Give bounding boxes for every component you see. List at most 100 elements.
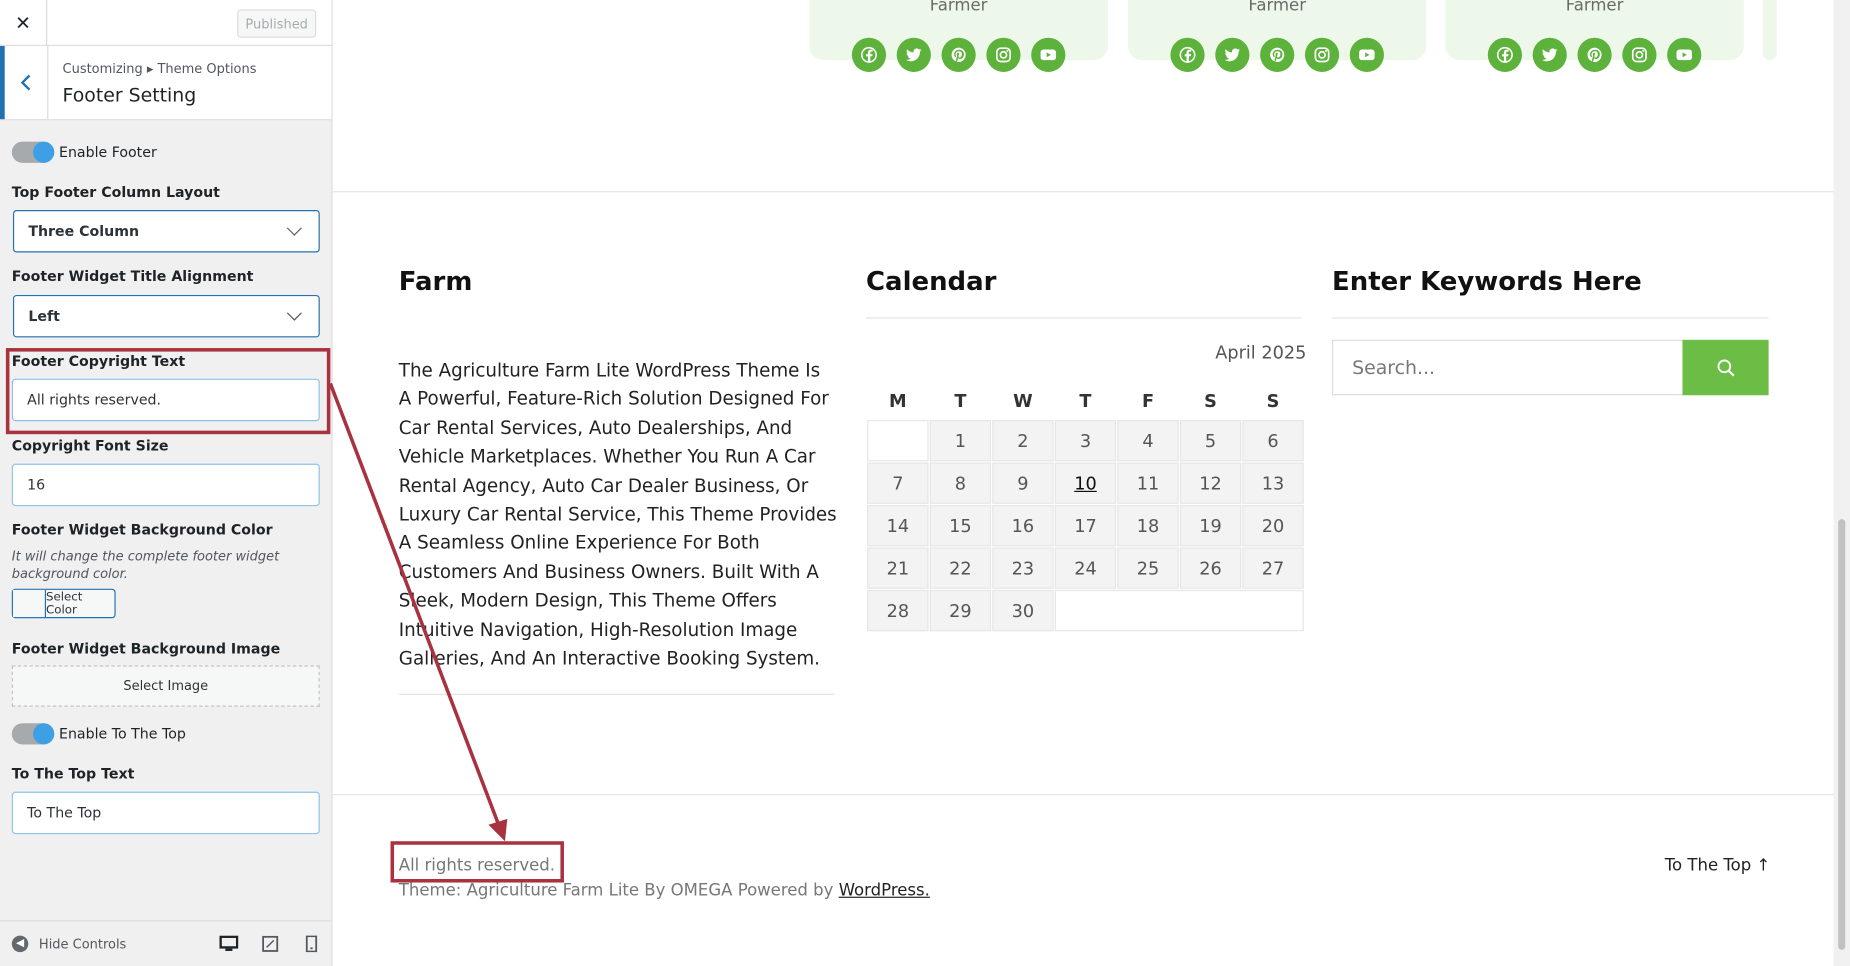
close-customizer-button[interactable]: ✕ <box>0 0 48 47</box>
annotation-box-setting <box>5 348 331 435</box>
tablet-preview-icon[interactable] <box>261 935 280 953</box>
calendar-day: 18 <box>1117 504 1179 547</box>
calendar-pad <box>867 420 929 462</box>
breadcrumb: Customizing ▸ Theme Options <box>62 61 257 77</box>
enable-footer-label: Enable Footer <box>58 143 157 161</box>
to-top-text-input[interactable]: To The Top <box>11 791 320 835</box>
bg-color-description: It will change the complete footer widge… <box>11 548 280 582</box>
calendar-day: 19 <box>1179 504 1242 547</box>
youtube-link[interactable] <box>1349 37 1384 72</box>
calendar-weekday: S <box>1266 390 1280 412</box>
search-icon <box>1716 358 1734 376</box>
calendar-day: 26 <box>1179 547 1242 589</box>
twitter-icon <box>906 48 922 62</box>
calendar-weekday: T <box>1079 390 1092 412</box>
enable-to-top-label: Enable To The Top <box>58 725 186 743</box>
widget-divider <box>1332 317 1769 319</box>
desktop-preview-icon[interactable] <box>219 935 239 953</box>
team-role: Farmer <box>1248 0 1307 16</box>
to-the-top-link[interactable]: To The Top ↑ <box>1665 857 1771 876</box>
column-layout-select[interactable]: Three Column <box>12 210 320 253</box>
calendar-day: 30 <box>992 589 1054 632</box>
team-card: Farmer <box>1445 0 1744 72</box>
calendar-day: 23 <box>992 547 1054 589</box>
calendar-caption: April 2025 <box>1215 342 1307 364</box>
copyright-font-size-input[interactable]: 16 <box>11 463 320 507</box>
calendar-day: 1 <box>929 420 992 462</box>
preview-scrollbar[interactable] <box>1833 0 1850 966</box>
calendar-today[interactable]: 10 <box>1054 462 1117 504</box>
calendar-day: 2 <box>992 420 1054 462</box>
calendar-day: 11 <box>1117 462 1179 504</box>
calendar-day: 8 <box>929 462 992 504</box>
instagram-link[interactable] <box>1622 37 1657 72</box>
calendar-week-row: 123456 <box>867 420 1304 462</box>
hide-controls-button[interactable]: ◀ Hide Controls <box>11 935 127 953</box>
title-alignment-select[interactable]: Left <box>12 294 320 338</box>
widget-divider <box>398 693 835 695</box>
twitter-link[interactable] <box>896 37 931 72</box>
youtube-link[interactable] <box>1031 37 1066 72</box>
twitter-link[interactable] <box>1215 37 1250 72</box>
twitter-icon <box>1224 48 1241 62</box>
facebook-link[interactable] <box>1487 37 1523 72</box>
calendar-week-row: 14 15 16 17 18 19 20 <box>867 504 1304 547</box>
calendar-day: 16 <box>992 504 1054 547</box>
team-role: Farmer <box>929 0 988 16</box>
enable-footer-toggle[interactable] <box>11 141 55 163</box>
instagram-icon <box>1631 47 1647 63</box>
customizer-sidebar: ✕ Published Customizing ▸ Theme Options … <box>0 0 333 966</box>
calendar-weekday: T <box>954 390 967 412</box>
hide-controls-label: Hide Controls <box>38 936 127 952</box>
twitter-link[interactable] <box>1532 37 1567 72</box>
search-input[interactable]: Search... <box>1332 339 1683 396</box>
calendar-day: 21 <box>867 547 929 589</box>
select-color-button[interactable]: Select Color <box>11 588 116 619</box>
bg-image-label: Footer Widget Background Image <box>11 640 281 658</box>
pinterest-icon <box>951 47 966 63</box>
pinterest-icon <box>1270 47 1285 63</box>
calendar-weekday: F <box>1141 390 1155 412</box>
screen: ✕ Published Customizing ▸ Theme Options … <box>0 0 1850 966</box>
instagram-link[interactable] <box>1304 37 1340 72</box>
calendar-week-row: 28 29 30 <box>867 589 1304 632</box>
wordpress-link[interactable]: WordPress. <box>839 881 930 900</box>
calendar-weekday: M <box>889 390 907 412</box>
pinterest-link[interactable] <box>1577 37 1612 72</box>
title-alignment-label: Footer Widget Title Alignment <box>11 267 254 285</box>
calendar-day: 9 <box>992 462 1054 504</box>
select-color-label: Select Color <box>46 590 83 617</box>
pinterest-icon <box>1587 47 1602 63</box>
facebook-link[interactable] <box>851 37 887 72</box>
calendar-day: 22 <box>929 547 992 589</box>
select-image-button[interactable]: Select Image <box>11 665 320 707</box>
mobile-preview-icon[interactable] <box>302 935 321 953</box>
widget-title-calendar: Calendar <box>866 267 997 298</box>
calendar-day: 17 <box>1054 504 1117 547</box>
calendar-day: 5 <box>1179 420 1242 462</box>
calendar-day: 4 <box>1117 420 1179 462</box>
scrollbar-thumb[interactable] <box>1838 519 1846 950</box>
column-layout-label: Top Footer Column Layout <box>11 184 220 201</box>
instagram-link[interactable] <box>986 37 1021 72</box>
search-button[interactable] <box>1682 339 1769 396</box>
pinterest-link[interactable] <box>941 37 976 72</box>
section-header: Customizing ▸ Theme Options Footer Setti… <box>0 46 332 121</box>
site-preview: Farmer Farmer Farmer Farm The Agricultur… <box>332 0 1834 966</box>
pinterest-link[interactable] <box>1260 37 1295 72</box>
back-button[interactable] <box>0 46 49 120</box>
customizer-footer: ◀ Hide Controls <box>0 920 332 966</box>
calendar-weekdays: MTWTFSS <box>867 383 1304 418</box>
toggle-knob <box>33 723 55 745</box>
title-alignment-value: Left <box>28 307 60 325</box>
calendar-day: 12 <box>1179 462 1242 504</box>
youtube-link[interactable] <box>1667 37 1702 72</box>
published-button[interactable]: Published <box>237 9 317 38</box>
bg-color-label: Footer Widget Background Color <box>11 521 273 539</box>
enable-to-top-toggle[interactable] <box>11 723 55 745</box>
team-card-partial <box>1762 0 1777 61</box>
youtube-icon <box>1676 49 1692 61</box>
calendar-table: MTWTFSS 1 2 3 4 5 6 7 8 9 10 11 12 13 14 15 16 17 18 19 20 2… <box>866 382 1305 632</box>
facebook-link[interactable] <box>1170 37 1205 72</box>
facebook-icon <box>1496 46 1513 63</box>
